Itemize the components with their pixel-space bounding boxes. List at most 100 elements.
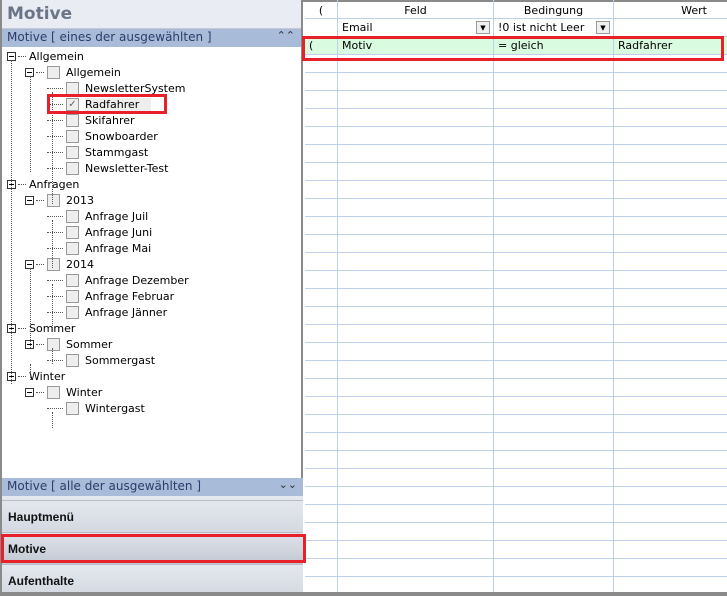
tree-connector <box>30 364 31 380</box>
tree-node[interactable]: 2013 <box>25 192 94 208</box>
empty-row[interactable] <box>305 505 727 523</box>
col-header-wert[interactable]: Wert <box>614 0 727 18</box>
nav-panel: Motive [ alle der ausgewählten ] ⌄⌄ Haupt… <box>2 478 303 596</box>
table-row[interactable]: ( Motiv = gleich Radfahrer <box>305 37 727 55</box>
checkbox[interactable]: ✓ <box>66 97 79 111</box>
empty-row[interactable] <box>305 325 727 343</box>
tree-node[interactable]: Sommer <box>7 320 75 336</box>
checkbox[interactable] <box>66 209 79 223</box>
tree-node[interactable]: Anfrage Mai <box>47 240 151 256</box>
checkbox[interactable] <box>66 129 79 143</box>
checkbox[interactable] <box>66 81 79 95</box>
col-header-paren[interactable]: ( <box>305 0 338 18</box>
empty-row[interactable] <box>305 523 727 541</box>
tree-node[interactable]: Stammgast <box>47 144 148 160</box>
tree-node[interactable]: NewsletterSystem <box>47 80 185 96</box>
empty-row[interactable] <box>305 163 727 181</box>
checkbox[interactable] <box>66 225 79 239</box>
checkbox[interactable] <box>66 241 79 255</box>
empty-row[interactable] <box>305 415 727 433</box>
empty-row[interactable] <box>305 379 727 397</box>
bedingung-dropdown[interactable]: !0 ist nicht Leer ▼ <box>494 19 614 36</box>
cell-wert[interactable]: Radfahrer <box>614 37 727 54</box>
empty-row[interactable] <box>305 469 727 487</box>
tree-node[interactable]: Skifahrer <box>47 112 135 128</box>
checkbox[interactable] <box>47 337 60 351</box>
tree-node[interactable]: Anfrage Februar <box>47 288 174 304</box>
tree-node-label: Stammgast <box>85 145 149 159</box>
checkbox[interactable] <box>66 289 79 303</box>
tree-node-label: NewsletterSystem <box>85 81 186 95</box>
tree-node-label: Radfahrer <box>85 97 152 111</box>
checkbox[interactable] <box>66 353 79 367</box>
checkbox[interactable] <box>66 113 79 127</box>
empty-row[interactable] <box>305 541 727 559</box>
tree-node[interactable]: Allgemein <box>7 48 84 64</box>
checkbox[interactable] <box>47 65 60 79</box>
collapse-toggle-icon[interactable] <box>25 387 34 397</box>
empty-row[interactable] <box>305 289 727 307</box>
empty-row[interactable] <box>305 397 727 415</box>
group-all-header[interactable]: Motive [ alle der ausgewählten ] ⌄⌄ <box>2 478 303 496</box>
empty-row[interactable] <box>305 451 727 469</box>
nav-motive[interactable]: Motive <box>2 532 303 564</box>
tree-connector <box>47 279 63 281</box>
tree-node[interactable]: Anfrage Juni <box>47 224 152 240</box>
checkbox[interactable] <box>66 401 79 415</box>
cell-paren[interactable]: ( <box>305 37 338 54</box>
cell-feld[interactable]: Motiv <box>338 37 494 54</box>
empty-row[interactable] <box>305 199 727 217</box>
empty-row[interactable] <box>305 127 727 145</box>
empty-row[interactable] <box>305 271 727 289</box>
tree-node[interactable]: Winter <box>25 384 102 400</box>
empty-row[interactable] <box>305 487 727 505</box>
empty-row[interactable] <box>305 253 727 271</box>
tree-node-label: Sommergast <box>85 353 156 367</box>
dropdown-arrow-icon[interactable]: ▼ <box>596 21 610 34</box>
nav-hauptmenu[interactable]: Hauptmenü <box>2 500 303 532</box>
empty-row[interactable] <box>305 235 727 253</box>
tree-node[interactable]: Anfragen <box>7 176 79 192</box>
cell-bedingung[interactable]: = gleich <box>494 37 614 54</box>
tree-node[interactable]: Wintergast <box>47 400 145 416</box>
tree-node[interactable]: Sommergast <box>47 352 155 368</box>
tree-node[interactable]: Newsletter-Test <box>47 160 168 176</box>
checkbox[interactable] <box>66 145 79 159</box>
empty-row[interactable] <box>305 109 727 127</box>
tree-node[interactable]: ✓ Radfahrer <box>47 96 152 112</box>
feld-dropdown[interactable]: Email ▼ <box>338 19 494 36</box>
empty-row[interactable] <box>305 55 727 73</box>
tree-node[interactable]: Winter <box>7 368 65 384</box>
tree-node[interactable]: Sommer <box>25 336 112 352</box>
checkbox[interactable] <box>66 305 79 319</box>
collapse-toggle-icon[interactable] <box>25 195 34 205</box>
empty-row[interactable] <box>305 433 727 451</box>
expand-icon[interactable]: ⌄⌄ <box>279 478 297 491</box>
tree-node[interactable]: 2014 <box>25 256 94 272</box>
empty-row[interactable] <box>305 343 727 361</box>
checkbox[interactable] <box>66 161 79 175</box>
empty-row[interactable] <box>305 181 727 199</box>
empty-row[interactable] <box>305 559 727 577</box>
dropdown-arrow-icon[interactable]: ▼ <box>476 21 490 34</box>
empty-row[interactable] <box>305 145 727 163</box>
empty-row[interactable] <box>305 577 727 592</box>
collapse-icon[interactable]: ⌃⌃ <box>277 29 295 42</box>
tree-node[interactable]: Anfrage Jänner <box>47 304 167 320</box>
tree-node[interactable]: Snowboarder <box>47 128 158 144</box>
checkbox[interactable] <box>47 257 60 271</box>
checkbox[interactable] <box>47 193 60 207</box>
tree-node[interactable]: Allgemein <box>25 64 121 80</box>
empty-row[interactable] <box>305 91 727 109</box>
empty-row[interactable] <box>305 73 727 91</box>
empty-row[interactable] <box>305 361 727 379</box>
checkbox[interactable] <box>66 273 79 287</box>
checkbox[interactable] <box>47 385 60 399</box>
tree-node[interactable]: Anfrage Dezember <box>47 272 189 288</box>
col-header-feld[interactable]: Feld <box>338 0 494 18</box>
group-any-header[interactable]: Motive [ eines der ausgewählten ] ⌃⌃ <box>2 29 301 47</box>
empty-row[interactable] <box>305 307 727 325</box>
empty-row[interactable] <box>305 217 727 235</box>
col-header-bedingung[interactable]: Bedingung <box>494 0 614 18</box>
tree-node[interactable]: Anfrage Juil <box>47 208 148 224</box>
